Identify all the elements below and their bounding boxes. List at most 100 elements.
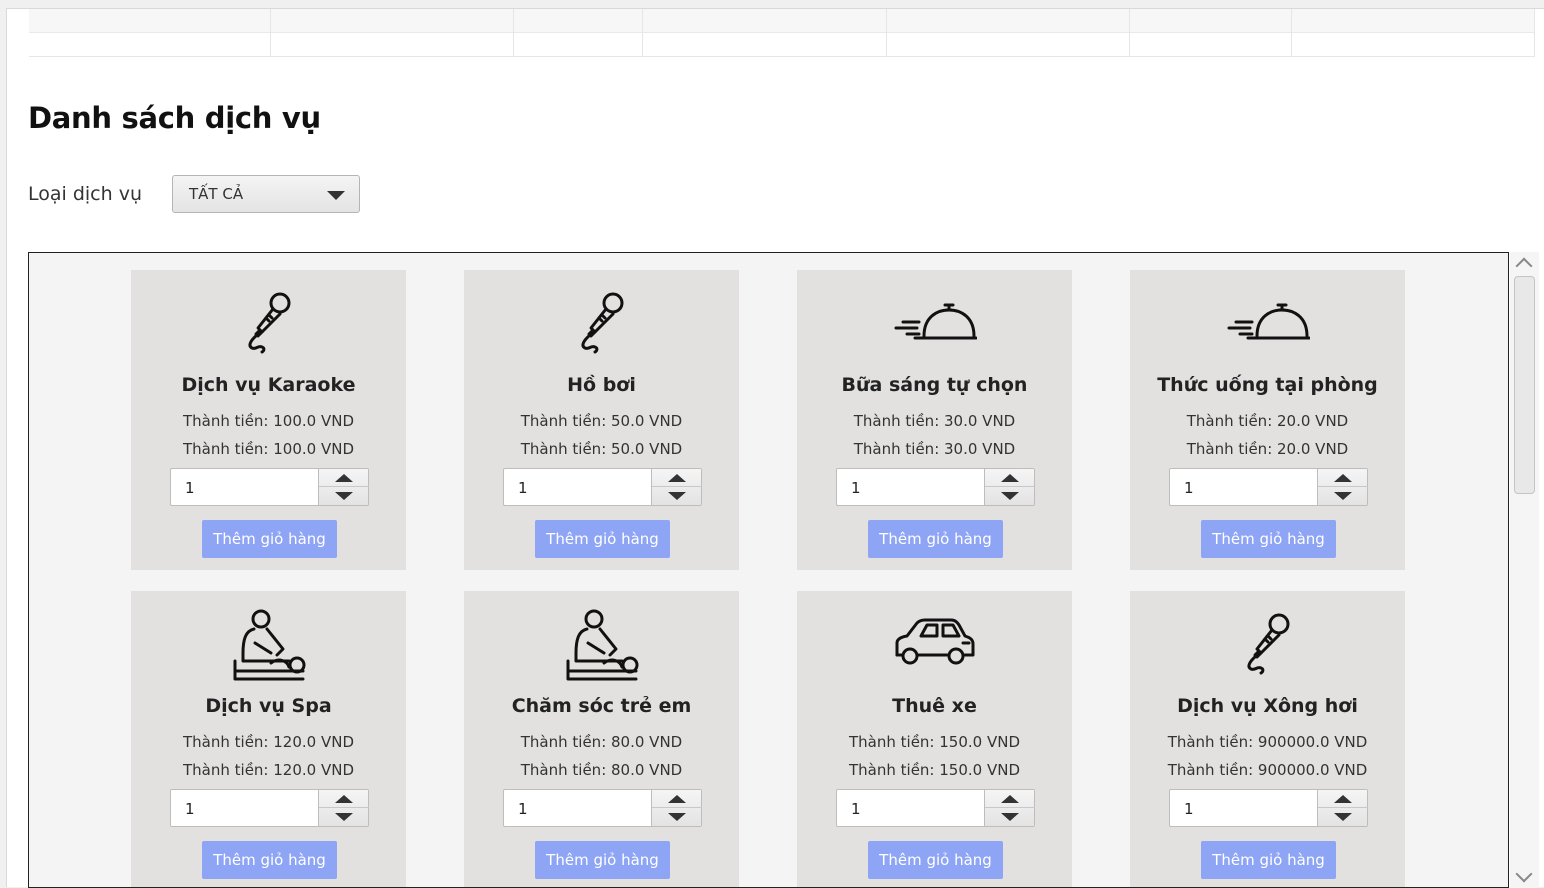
service-price: Thành tiền: 80.0 VND xyxy=(520,761,683,779)
increment-arrow-icon[interactable] xyxy=(985,469,1035,487)
decrement-arrow-icon[interactable] xyxy=(652,487,702,505)
increment-arrow-icon[interactable] xyxy=(319,790,369,808)
service-price: Thành tiền: 30.0 VND xyxy=(853,412,1016,430)
service-grid: Dịch vụ Karaoke Thành tiền: 100.0 VND Th… xyxy=(28,252,1509,888)
microphone-icon xyxy=(464,288,739,354)
decrement-arrow-icon[interactable] xyxy=(319,487,369,505)
add-to-cart-button[interactable]: Thêm giỏ hàng xyxy=(868,841,1003,879)
scroll-thumb[interactable] xyxy=(1514,276,1535,494)
scroll-up-arrow-icon[interactable] xyxy=(1510,252,1539,274)
service-price: Thành tiền: 30.0 VND xyxy=(853,440,1016,458)
add-to-cart-button[interactable]: Thêm giỏ hàng xyxy=(535,520,670,558)
quantity-stepper[interactable]: 1 xyxy=(503,468,702,506)
scroll-down-arrow-icon[interactable] xyxy=(1510,866,1539,888)
table-column-divider xyxy=(513,9,514,57)
add-to-cart-button[interactable]: Thêm giỏ hàng xyxy=(1201,520,1336,558)
service-name: Thức uống tại phòng xyxy=(1157,374,1378,396)
service-type-select[interactable]: TẤT CẢ xyxy=(172,175,360,213)
service-name: Dịch vụ Xông hơi xyxy=(1177,695,1358,717)
food-cloche-icon xyxy=(1130,288,1405,354)
service-type-label: Loại dịch vụ xyxy=(28,183,142,205)
table-header-row xyxy=(29,9,1535,33)
service-name: Dịch vụ Spa xyxy=(205,695,332,717)
stepper-buttons xyxy=(984,790,1035,826)
quantity-value[interactable]: 1 xyxy=(1184,800,1194,818)
increment-arrow-icon[interactable] xyxy=(652,790,702,808)
service-card: Dịch vụ Karaoke Thành tiền: 100.0 VND Th… xyxy=(131,270,406,570)
vertical-scrollbar[interactable] xyxy=(1510,252,1539,888)
service-card: Bữa sáng tự chọn Thành tiền: 30.0 VND Th… xyxy=(797,270,1072,570)
massage-icon xyxy=(131,609,406,681)
quantity-value[interactable]: 1 xyxy=(518,800,528,818)
service-price: Thành tiền: 100.0 VND xyxy=(183,412,354,430)
increment-arrow-icon[interactable] xyxy=(1318,469,1368,487)
quantity-stepper[interactable]: 1 xyxy=(836,468,1035,506)
stepper-buttons xyxy=(1317,790,1368,826)
stepper-buttons xyxy=(651,469,702,505)
service-card: Hồ bơi Thành tiền: 50.0 VND Thành tiền: … xyxy=(464,270,739,570)
service-price: Thành tiền: 50.0 VND xyxy=(520,440,683,458)
service-price: Thành tiền: 80.0 VND xyxy=(520,733,683,751)
quantity-value[interactable]: 1 xyxy=(851,800,861,818)
quantity-stepper[interactable]: 1 xyxy=(170,468,369,506)
quantity-value[interactable]: 1 xyxy=(1184,479,1194,497)
quantity-value[interactable]: 1 xyxy=(518,479,528,497)
service-name: Bữa sáng tự chọn xyxy=(841,374,1028,396)
app-window: Danh sách dịch vụ Loại dịch vụ TẤT CẢ Dị… xyxy=(6,8,1544,888)
table-column-divider xyxy=(1129,9,1130,57)
decrement-arrow-icon[interactable] xyxy=(985,487,1035,505)
service-price: Thành tiền: 120.0 VND xyxy=(183,761,354,779)
service-price: Thành tiền: 150.0 VND xyxy=(849,761,1020,779)
decrement-arrow-icon[interactable] xyxy=(652,808,702,826)
page-title: Danh sách dịch vụ xyxy=(28,101,321,135)
stepper-buttons xyxy=(984,469,1035,505)
top-table xyxy=(29,9,1535,57)
quantity-value[interactable]: 1 xyxy=(851,479,861,497)
service-name: Hồ bơi xyxy=(567,374,636,396)
add-to-cart-button[interactable]: Thêm giỏ hàng xyxy=(202,841,337,879)
quantity-value[interactable]: 1 xyxy=(185,479,195,497)
add-to-cart-button[interactable]: Thêm giỏ hàng xyxy=(202,520,337,558)
quantity-stepper[interactable]: 1 xyxy=(836,789,1035,827)
stepper-buttons xyxy=(651,790,702,826)
decrement-arrow-icon[interactable] xyxy=(1318,808,1368,826)
service-price: Thành tiền: 150.0 VND xyxy=(849,733,1020,751)
stepper-buttons xyxy=(1317,469,1368,505)
service-name: Chăm sóc trẻ em xyxy=(511,695,692,717)
service-price: Thành tiền: 20.0 VND xyxy=(1186,440,1349,458)
decrement-arrow-icon[interactable] xyxy=(319,808,369,826)
table-column-divider xyxy=(642,9,643,57)
service-card: Thức uống tại phòng Thành tiền: 20.0 VND… xyxy=(1130,270,1405,570)
massage-icon xyxy=(464,609,739,681)
service-price: Thành tiền: 900000.0 VND xyxy=(1167,733,1368,751)
add-to-cart-button[interactable]: Thêm giỏ hàng xyxy=(1201,841,1336,879)
quantity-stepper[interactable]: 1 xyxy=(1169,468,1368,506)
quantity-stepper[interactable]: 1 xyxy=(170,789,369,827)
increment-arrow-icon[interactable] xyxy=(319,469,369,487)
service-type-select-value: TẤT CẢ xyxy=(189,185,244,203)
quantity-stepper[interactable]: 1 xyxy=(1169,789,1368,827)
quantity-value[interactable]: 1 xyxy=(185,800,195,818)
quantity-stepper[interactable]: 1 xyxy=(503,789,702,827)
service-card: Dịch vụ Xông hơi Thành tiền: 900000.0 VN… xyxy=(1130,591,1405,887)
service-price: Thành tiền: 20.0 VND xyxy=(1186,412,1349,430)
service-price: Thành tiền: 100.0 VND xyxy=(183,440,354,458)
car-icon xyxy=(797,609,1072,675)
increment-arrow-icon[interactable] xyxy=(652,469,702,487)
add-to-cart-button[interactable]: Thêm giỏ hàng xyxy=(868,520,1003,558)
food-cloche-icon xyxy=(797,288,1072,354)
decrement-arrow-icon[interactable] xyxy=(1318,487,1368,505)
table-column-divider xyxy=(1534,9,1535,57)
microphone-icon xyxy=(131,288,406,354)
add-to-cart-button[interactable]: Thêm giỏ hàng xyxy=(535,841,670,879)
chevron-down-icon[interactable] xyxy=(327,191,345,200)
increment-arrow-icon[interactable] xyxy=(1318,790,1368,808)
service-price: Thành tiền: 50.0 VND xyxy=(520,412,683,430)
table-column-divider xyxy=(1291,9,1292,57)
decrement-arrow-icon[interactable] xyxy=(985,808,1035,826)
microphone-icon xyxy=(1130,609,1405,675)
increment-arrow-icon[interactable] xyxy=(985,790,1035,808)
table-column-divider xyxy=(886,9,887,57)
service-card: Thuê xe Thành tiền: 150.0 VND Thành tiền… xyxy=(797,591,1072,887)
service-name: Dịch vụ Karaoke xyxy=(181,374,356,396)
